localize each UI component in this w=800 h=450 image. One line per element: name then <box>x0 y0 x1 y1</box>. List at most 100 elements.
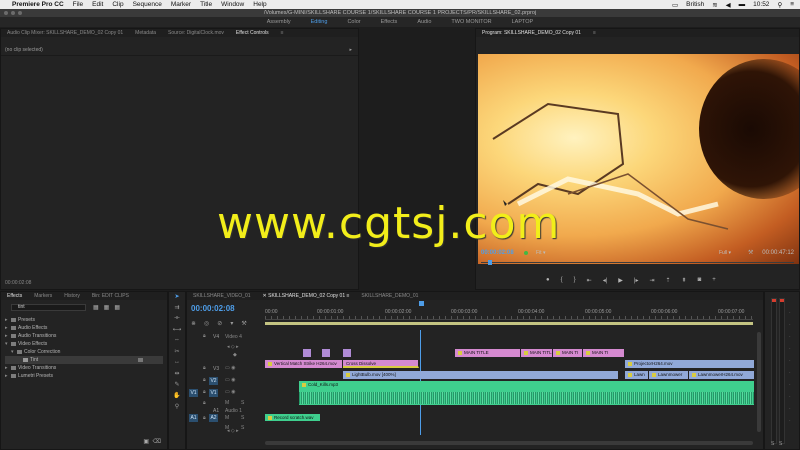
wrench-icon[interactable]: ⚒ <box>748 249 753 256</box>
step-back-icon[interactable]: ◂| <box>603 277 608 284</box>
lock-icon[interactable]: 🔒︎ <box>203 333 206 339</box>
slip-tool-icon[interactable]: ↔ <box>169 359 185 369</box>
extract-icon[interactable]: ⇞ <box>682 277 687 284</box>
timeline-clip[interactable] <box>322 349 331 357</box>
timeline-clip[interactable] <box>303 349 312 357</box>
rolling-edit-tool-icon[interactable]: ⟷ <box>169 326 185 336</box>
minimize-window-button[interactable] <box>11 11 15 15</box>
program-panel-menu-icon[interactable]: ≡ <box>587 30 602 36</box>
work-area-bar[interactable] <box>265 322 753 325</box>
lock-icon[interactable]: 🔒︎ <box>203 377 206 383</box>
menu-title[interactable]: Title <box>200 1 212 8</box>
menu-clip[interactable]: Clip <box>112 1 123 8</box>
tree-item-presets[interactable]: ▸ Presets <box>5 316 163 324</box>
mark-out-icon[interactable]: } <box>574 277 576 284</box>
volume-icon[interactable]: ◀ <box>726 1 731 9</box>
solo-left-icon[interactable]: S <box>771 441 774 447</box>
tree-item-video-effects[interactable]: ▾ Video Effects <box>5 340 163 348</box>
close-window-button[interactable] <box>4 11 8 15</box>
timeline-ruler[interactable]: 00:00 00:00:01:00 00:00:02:00 00:00:03:0… <box>265 306 753 326</box>
menu-file[interactable]: File <box>73 1 83 8</box>
track-mute[interactable]: M <box>225 415 229 421</box>
tab-sequence-demo-02-copy[interactable]: ✕ SKILLSHARE_DEMO_02 Copy 01 ≡ <box>257 293 356 299</box>
timeline-clip[interactable]: MAIN TI <box>583 349 625 357</box>
pen-tool-icon[interactable]: ✎ <box>169 381 185 391</box>
selection-tool-icon[interactable]: ➤ <box>169 293 185 303</box>
timeline-clip[interactable]: LawnmowerH264.mov <box>689 371 755 379</box>
add-marker-icon[interactable]: ▾ <box>230 320 233 327</box>
export-frame-icon[interactable]: ◙ <box>698 277 702 284</box>
track-select-tool-icon[interactable]: ⇉ <box>169 304 185 314</box>
workspace-laptop[interactable]: LAPTOP <box>502 19 544 25</box>
tab-sequence-demo-01[interactable]: SKILLSHARE_DEMO_01 <box>355 293 424 299</box>
lock-icon[interactable]: 🔒︎ <box>203 400 206 406</box>
tree-item-lumetri-presets[interactable]: ▸ Lumetri Presets <box>5 372 163 380</box>
app-menu[interactable]: Premiere Pro CC <box>12 1 64 8</box>
tree-item-tint[interactable]: Tint <box>5 356 163 364</box>
hand-tool-icon[interactable]: ✋ <box>169 392 185 402</box>
search-icon[interactable]: ⚲ <box>777 1 782 9</box>
timeline-clip[interactable]: Cold_Kills.mp3 <box>299 381 755 405</box>
track-solo[interactable]: S <box>241 425 244 431</box>
lock-icon[interactable]: 🔒︎ <box>203 389 206 395</box>
zoom-tool-icon[interactable]: ⚲ <box>169 403 185 413</box>
source-patch-a1[interactable]: A1 <box>189 414 198 422</box>
flag-icon[interactable]: ▭ <box>672 1 678 9</box>
step-forward-icon[interactable]: |▸ <box>634 277 639 284</box>
program-playhead[interactable] <box>488 260 492 265</box>
new-bin-icon[interactable]: ▣ <box>143 438 149 445</box>
input-source[interactable]: British <box>686 1 704 8</box>
tree-item-color-correction[interactable]: ▾ Color Correction <box>5 348 163 356</box>
rate-stretch-tool-icon[interactable]: ⇔ <box>169 337 185 347</box>
workspace-color[interactable]: Color <box>337 19 370 25</box>
sync-lock-icon[interactable]: ▭ ◉ <box>225 377 235 383</box>
timeline-clip[interactable]: MAIN TITLE <box>455 349 521 357</box>
keyframe-nav-icon[interactable]: ◂ ◇ ▸ <box>227 344 239 350</box>
menu-sequence[interactable]: Sequence <box>133 1 162 8</box>
timeline-clip[interactable]: Cross Dissolve <box>343 360 419 368</box>
sync-lock-icon[interactable]: ▭ ◉ <box>225 365 235 371</box>
menu-window[interactable]: Window <box>221 1 244 8</box>
snap-icon[interactable]: ◎ <box>204 320 209 327</box>
timeline-clip[interactable]: MAIN TITL <box>521 349 553 357</box>
timeline-clip[interactable]: Vertical Match Strike H264.mov <box>265 360 343 368</box>
nest-icon[interactable]: ⋇ <box>191 320 196 327</box>
tab-history[interactable]: History <box>58 293 86 299</box>
menu-list-icon[interactable]: ≡ <box>790 1 794 8</box>
tab-source[interactable]: Source: DigitalClock.mov <box>162 30 230 36</box>
menu-marker[interactable]: Marker <box>171 1 191 8</box>
workspace-editing[interactable]: Editing <box>301 19 338 25</box>
workspace-audio[interactable]: Audio <box>407 19 441 25</box>
workspace-effects[interactable]: Effects <box>371 19 408 25</box>
workspace-two-monitor[interactable]: TWO MONITOR <box>441 19 501 25</box>
program-time-ruler[interactable] <box>481 262 794 265</box>
play-icon[interactable]: ▶ <box>618 277 623 284</box>
solo-right-icon[interactable]: S <box>779 441 782 447</box>
tab-bin-edit-clips[interactable]: Bin: EDIT CLIPS <box>86 293 135 299</box>
sync-lock-icon[interactable]: ▭ ◉ <box>225 389 235 395</box>
add-keyframe-icon[interactable]: ◆ <box>233 352 237 358</box>
zoom-window-button[interactable] <box>18 11 22 15</box>
program-video-frame[interactable] <box>478 54 799 264</box>
resolution-select[interactable]: Full ▾ <box>719 250 731 256</box>
add-marker-icon[interactable]: ● <box>546 277 550 284</box>
timeline-clip[interactable]: Lawn <box>625 371 649 379</box>
timeline-horizontal-scrollbar[interactable] <box>265 441 753 445</box>
workspace-assembly[interactable]: Assembly <box>257 19 301 25</box>
menu-help[interactable]: Help <box>253 1 266 8</box>
tab-program[interactable]: Program: SKILLSHARE_DEMO_02 Copy 01 <box>476 30 587 36</box>
add-button-icon[interactable]: + <box>712 277 716 284</box>
tab-effects[interactable]: Effects <box>1 293 28 299</box>
menu-edit[interactable]: Edit <box>92 1 103 8</box>
go-to-in-icon[interactable]: ⇤ <box>587 277 592 284</box>
timeline-clip[interactable]: Record scratch.wav <box>265 414 321 421</box>
tab-metadata[interactable]: Metadata <box>129 30 162 36</box>
32bit-effects-icon[interactable]: ▦ <box>104 304 110 311</box>
timeline-settings-icon[interactable]: ⚒ <box>241 320 246 327</box>
timeline-vertical-scrollbar[interactable] <box>757 332 761 432</box>
clock[interactable]: 10:52 <box>753 1 769 8</box>
trash-icon[interactable]: ⌫ <box>153 438 161 445</box>
source-patch-v1[interactable]: V1 <box>189 389 198 397</box>
go-to-out-icon[interactable]: ⇥ <box>649 277 654 284</box>
wifi-icon[interactable]: ≋ <box>712 1 717 9</box>
